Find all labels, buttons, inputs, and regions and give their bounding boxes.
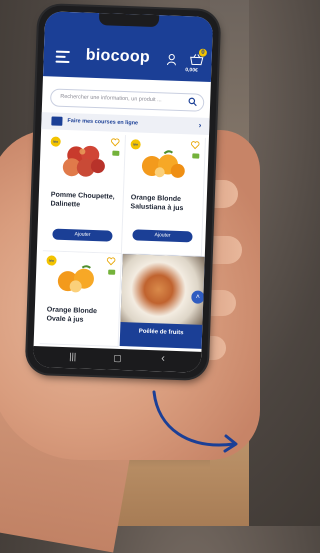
add-button[interactable]: Ajouter [132,229,193,243]
apples-image [62,145,105,177]
product-card[interactable]: bio Pomme Choupette, Dalinette Ajouter [42,132,126,254]
bio-badge: bio [50,136,61,147]
chevron-right-icon: › [198,120,202,130]
app-screen: biocoop 0 0,00€ Rechercher une informati… [32,11,214,373]
search-icon[interactable] [188,97,197,107]
heart-icon[interactable] [106,256,116,266]
heart-icon[interactable] [111,138,120,147]
product-card[interactable]: bio Orange Blonde Salustiana à jus Ajout… [122,135,206,257]
brand-logo[interactable]: biocoop [85,47,150,67]
product-name: Pomme Choupette, Dalinette [50,191,115,209]
home-button[interactable]: ▢ [113,353,122,364]
product-name: Orange Blonde Ovale à jus [46,306,98,324]
promo-image [120,254,205,325]
shop-online-label: Faire mes courses en ligne [67,118,139,127]
cart-price: 0,00€ [185,67,198,74]
android-nav-bar: ||| ▢ ‹ [32,345,202,373]
organic-label-icon [108,269,116,275]
oranges-image [141,150,185,178]
basket-icon [51,116,63,126]
header-bar: biocoop 0 0,00€ [42,11,214,83]
cart-count-badge: 0 [198,48,208,57]
oranges-image [57,265,94,293]
organic-label-icon [112,150,120,156]
search-input[interactable]: Rechercher une information, un produit .… [49,88,205,112]
heart-icon[interactable] [190,140,200,150]
camera-notch [98,13,160,28]
product-card[interactable]: bio Orange Blonde Ovale à jus [39,251,122,347]
product-name: Orange Blonde Salustiana à jus [130,194,184,213]
back-button[interactable]: ‹ [161,352,165,364]
recent-apps-button[interactable]: ||| [69,351,76,361]
add-button[interactable]: Ajouter [52,228,113,242]
shop-online-link[interactable]: Faire mes courses en ligne › [41,112,210,135]
smartphone: biocoop 0 0,00€ Rechercher une informati… [26,4,220,380]
user-icon[interactable] [166,53,176,66]
organic-label-icon [192,153,200,159]
search-placeholder: Rechercher une information, un produit .… [60,93,162,104]
promo-label: Poêlée de fruits [138,328,184,337]
curved-arrow-icon [152,390,238,453]
menu-icon[interactable] [55,50,70,66]
